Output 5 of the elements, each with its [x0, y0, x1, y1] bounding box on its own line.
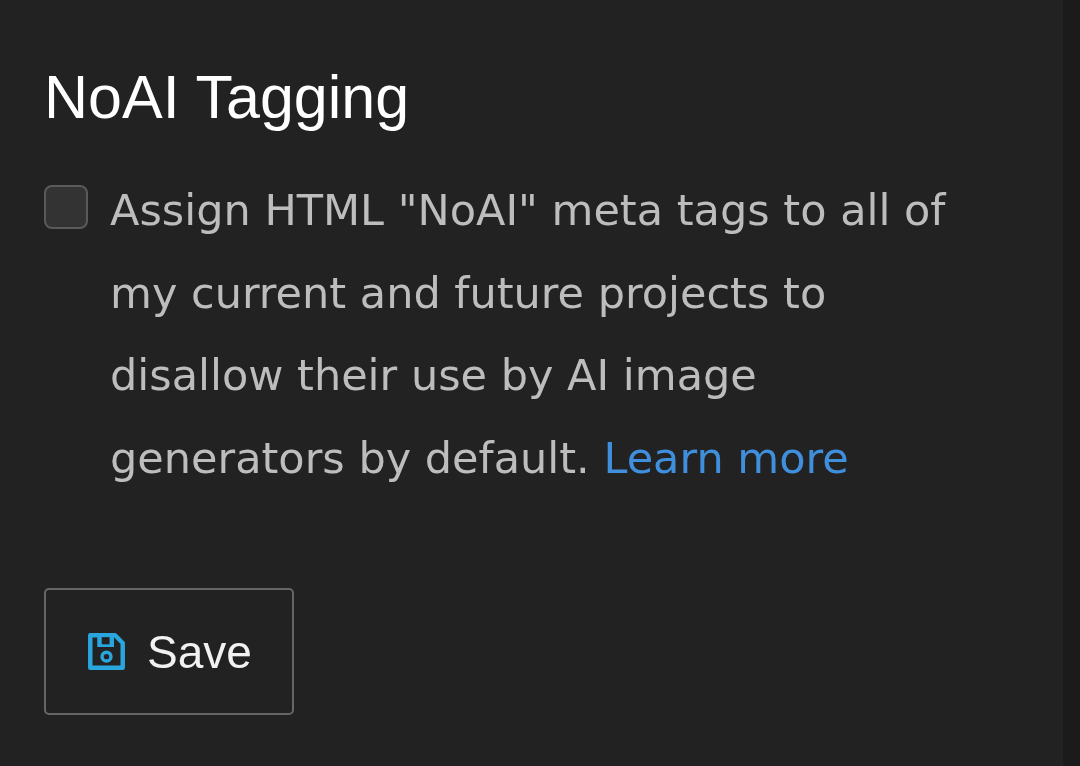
checkbox-label: Assign HTML "NoAI" meta tags to all of my current and future projects to disallow their use by AI image generators by default. Learn more [110, 184, 948, 485]
learn-more-link[interactable]: Learn more [603, 432, 849, 483]
section-title: NoAI Tagging [44, 62, 410, 132]
save-button[interactable]: Save [44, 588, 294, 715]
checkbox[interactable] [44, 185, 88, 229]
